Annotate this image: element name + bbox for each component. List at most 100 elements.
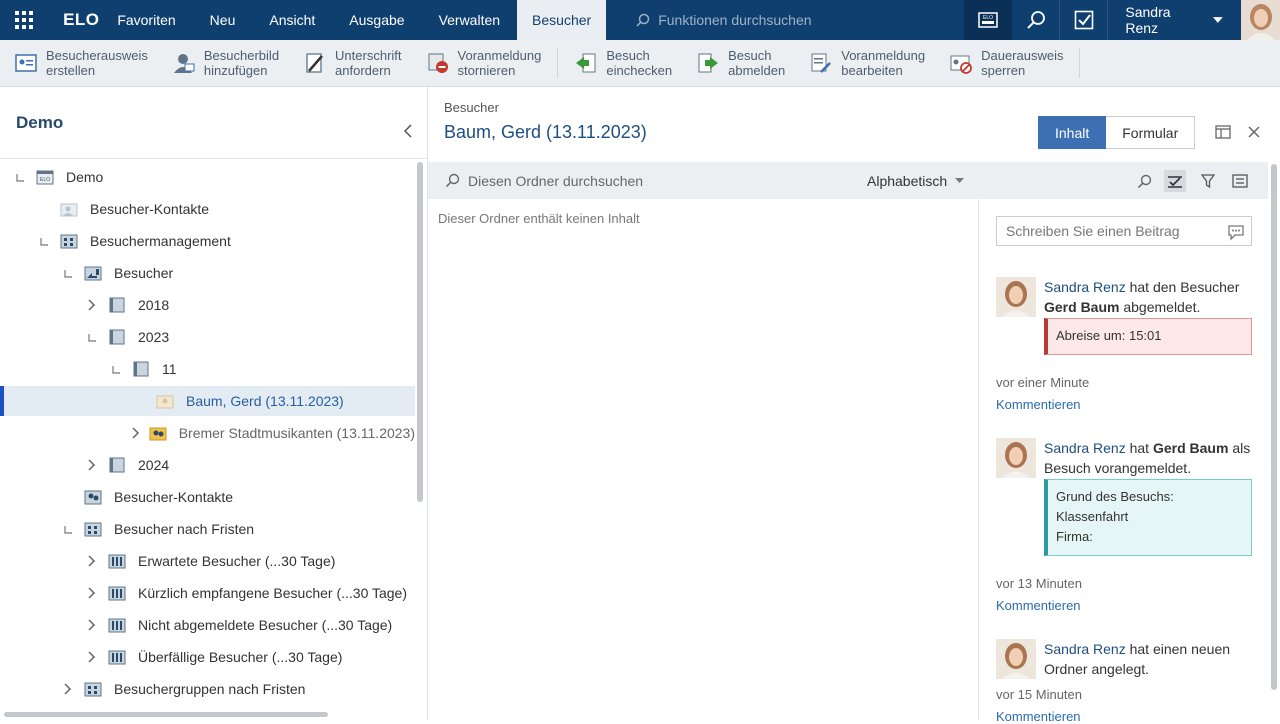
- tree-item[interactable]: Erwartete Besucher (...30 Tage): [0, 546, 415, 576]
- ribbon-toolbar: Besucherausweis erstellen Besucherbild hin…: [0, 40, 1280, 87]
- tree-item[interactable]: Besucher: [0, 258, 415, 288]
- content-scrollbar[interactable]: [1271, 164, 1277, 690]
- search-icon: [636, 13, 650, 27]
- tab-inhalt[interactable]: Inhalt: [1038, 116, 1107, 149]
- tree-item[interactable]: Kürzlich empfangene Besucher (...30 Tage…: [0, 578, 415, 608]
- check-in-button[interactable]: Besuch einchecken: [574, 48, 672, 78]
- tasks-icon[interactable]: [1059, 0, 1107, 40]
- tree-item[interactable]: 2023: [0, 322, 415, 352]
- deadline-folder-icon: [84, 681, 102, 697]
- menu-ausgabe[interactable]: Ausgabe: [332, 0, 421, 40]
- tree-item[interactable]: Besuchergruppen nach Fristen: [0, 674, 415, 704]
- tree-item-label: Besucher-Kontakte: [114, 489, 234, 505]
- lock-badge-icon: [950, 55, 972, 74]
- check-out-icon: [698, 53, 719, 73]
- create-badge-button[interactable]: Besucherausweis erstellen: [14, 48, 148, 78]
- ribbon-label: sperren: [981, 63, 1026, 78]
- menu-neu[interactable]: Neu: [193, 0, 253, 40]
- svg-text:ELO: ELO: [40, 177, 50, 183]
- expand-chevron-icon[interactable]: [132, 425, 141, 441]
- search-icon[interactable]: [1133, 170, 1155, 192]
- list-view-icon[interactable]: [1229, 170, 1251, 192]
- collapse-icon[interactable]: [60, 265, 76, 281]
- expand-chevron-icon[interactable]: [84, 553, 100, 569]
- tree-item[interactable]: Besucher nach Fristen: [0, 514, 415, 544]
- comment-link[interactable]: Kommentieren: [996, 598, 1081, 613]
- tree-item-label: Bremer Stadtmusikanten (13.11.2023): [178, 425, 415, 441]
- expand-chevron-icon[interactable]: [84, 585, 100, 601]
- expand-chevron-icon[interactable]: [84, 617, 100, 633]
- menu-favoriten[interactable]: Favoriten: [100, 0, 192, 40]
- add-visitor-photo-button[interactable]: Besucherbild hinzufügen: [172, 48, 279, 78]
- function-search-input[interactable]: Funktionen durchsuchen: [606, 0, 963, 40]
- visitor-badge-icon[interactable]: ELO: [963, 0, 1012, 40]
- collapse-panel-icon[interactable]: [403, 124, 413, 138]
- feed-entry-detail-box: Abreise um: 15:01: [1044, 318, 1252, 355]
- tree-item[interactable]: Bremer Stadtmusikanten (13.11.2023): [0, 418, 415, 448]
- expand-chevron-icon[interactable]: [60, 681, 76, 697]
- layout-toggle-icon[interactable]: [1215, 125, 1231, 139]
- close-icon[interactable]: [1247, 125, 1261, 139]
- expand-chevron-icon[interactable]: [84, 457, 100, 473]
- cancel-registration-button[interactable]: Voranmeldung stornieren: [426, 48, 541, 78]
- request-signature-button[interactable]: Unterschrift anfordern: [303, 48, 402, 78]
- search-icon[interactable]: [1012, 0, 1060, 40]
- breadcrumb[interactable]: Besucher: [444, 100, 499, 115]
- tree-item[interactable]: 2024: [0, 450, 415, 480]
- check-out-button[interactable]: Besuch abmelden: [696, 48, 785, 78]
- feed-user-link[interactable]: Sandra Renz: [1044, 279, 1126, 295]
- search-folder-icon: [108, 617, 126, 633]
- user-menu[interactable]: Sandra Renz: [1107, 0, 1241, 40]
- feed-toggle-icon[interactable]: [1164, 170, 1186, 192]
- badge-icon: [15, 54, 37, 72]
- tree-item-label: Besucher nach Fristen: [114, 521, 255, 537]
- avatar[interactable]: [1240, 0, 1280, 40]
- post-input[interactable]: Schreiben Sie einen Beitrag: [996, 216, 1252, 246]
- tree-vertical-scrollbar[interactable]: [417, 162, 423, 502]
- ribbon-label: einchecken: [606, 63, 673, 78]
- collapse-icon[interactable]: [108, 361, 124, 377]
- comment-link[interactable]: Kommentieren: [996, 397, 1081, 412]
- deadline-folder-icon: [84, 521, 102, 537]
- feed-visitor-name: Gerd Baum: [1152, 440, 1229, 456]
- feed-user-link[interactable]: Sandra Renz: [1044, 440, 1126, 456]
- list-toolbar: Diesen Ordner durchsuchen Alphabetisch: [428, 162, 1268, 199]
- comment-icon[interactable]: [1227, 223, 1245, 241]
- collapse-icon[interactable]: [12, 169, 28, 185]
- edit-registration-button[interactable]: Voranmeldung bearbeiten: [809, 48, 925, 78]
- tree-item[interactable]: Besuchermanagement: [0, 226, 415, 256]
- tree-item[interactable]: Baum, Gerd (13.11.2023): [0, 386, 415, 416]
- collapse-icon[interactable]: [60, 521, 76, 537]
- tree-item[interactable]: 2018: [0, 290, 415, 320]
- tree-item[interactable]: Besucher-Kontakte: [0, 194, 415, 224]
- tree-horizontal-scrollbar[interactable]: [4, 712, 328, 717]
- folder-search-input[interactable]: Diesen Ordner durchsuchen: [428, 173, 848, 189]
- pane-divider[interactable]: [978, 199, 979, 720]
- sort-dropdown[interactable]: Alphabetisch: [867, 173, 965, 189]
- comment-link[interactable]: Kommentieren: [996, 709, 1081, 724]
- app-grid-icon[interactable]: [0, 0, 47, 40]
- filter-icon[interactable]: [1197, 170, 1219, 192]
- ribbon-separator: [1079, 48, 1081, 78]
- tree-item[interactable]: Nicht abgemeldete Besucher (...30 Tage): [0, 610, 415, 640]
- feed-user-link[interactable]: Sandra Renz: [1044, 641, 1126, 657]
- tree-item[interactable]: Überfällige Besucher (...30 Tage): [0, 642, 415, 672]
- tree-item[interactable]: ELO Demo: [0, 162, 415, 192]
- expand-chevron-icon[interactable]: [84, 649, 100, 665]
- ribbon-separator: [557, 48, 559, 78]
- collapse-icon[interactable]: [84, 329, 100, 345]
- collapse-icon[interactable]: [36, 233, 52, 249]
- tab-formular[interactable]: Formular: [1106, 116, 1196, 149]
- menu-besucher[interactable]: Besucher: [517, 0, 607, 40]
- menu-ansicht[interactable]: Ansicht: [252, 0, 332, 40]
- tree-item-label: Besuchergruppen nach Fristen: [114, 681, 306, 697]
- edit-registration-icon: [811, 53, 832, 73]
- navigation-title: Demo: [16, 112, 64, 132]
- lock-badge-button[interactable]: Dauerausweis sperren: [949, 48, 1063, 78]
- menu-verwalten[interactable]: Verwalten: [422, 0, 517, 40]
- expand-chevron-icon[interactable]: [84, 297, 100, 313]
- tree-item[interactable]: Besucher-Kontakte: [0, 482, 415, 512]
- tree-item[interactable]: 11: [0, 354, 415, 384]
- check-in-icon: [576, 53, 596, 73]
